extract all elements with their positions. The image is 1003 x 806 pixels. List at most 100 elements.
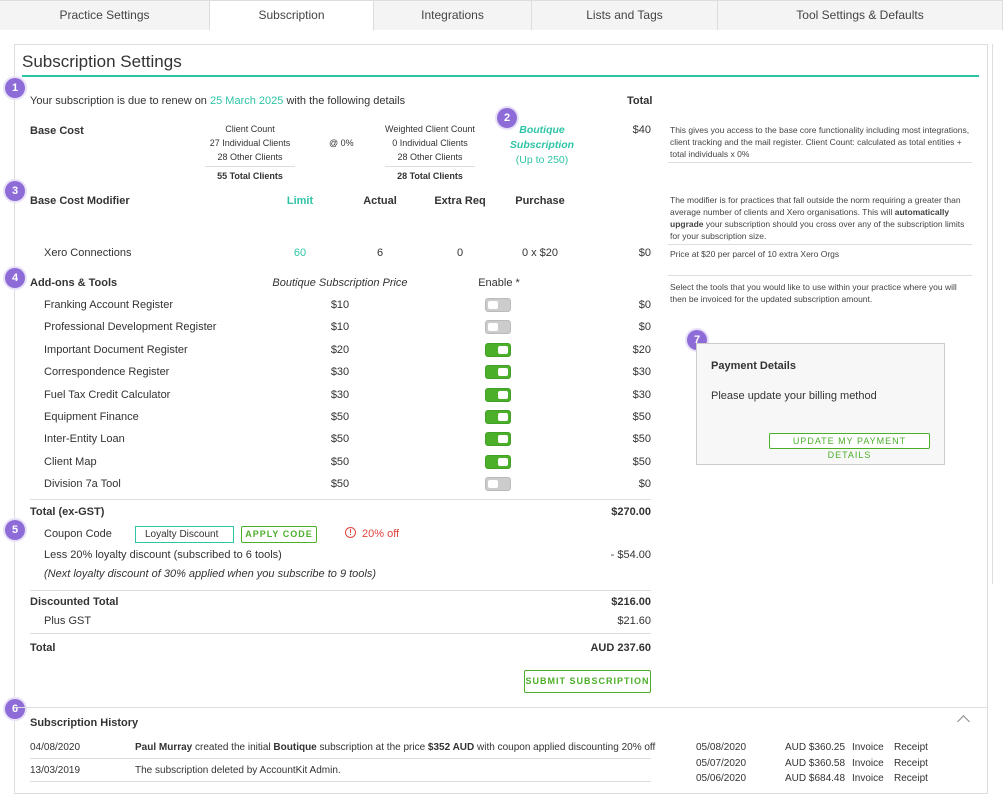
tab-bar: Practice Settings Subscription Integrati… bbox=[0, 0, 1003, 31]
invoice-amount: AUD $360.58 bbox=[785, 758, 846, 769]
xero-connections-label: Xero Connections bbox=[44, 247, 132, 259]
step-badge: 4 bbox=[5, 268, 25, 288]
ex-gst-label: Total (ex-GST) bbox=[30, 506, 105, 518]
scrollbar[interactable] bbox=[992, 44, 998, 584]
toggle-knob bbox=[498, 458, 508, 466]
tab-integrations[interactable]: Integrations bbox=[374, 0, 532, 30]
tab-subscription[interactable]: Subscription bbox=[210, 0, 374, 31]
addon-toggle[interactable] bbox=[485, 320, 511, 334]
grand-total-value: AUD 237.60 bbox=[590, 642, 651, 654]
addon-price: $10 bbox=[330, 321, 350, 333]
payment-message: Please update your billing method bbox=[711, 390, 877, 402]
invoice-link[interactable]: Invoice bbox=[852, 773, 884, 784]
divider bbox=[30, 758, 651, 759]
divider bbox=[30, 633, 651, 634]
client-total: 55 Total Clients bbox=[217, 171, 283, 181]
tab-practice-settings[interactable]: Practice Settings bbox=[0, 0, 210, 30]
addon-price: $50 bbox=[330, 433, 350, 445]
modifier-label: Base Cost Modifier bbox=[30, 195, 130, 207]
addon-toggle[interactable] bbox=[485, 477, 511, 491]
history-date: 13/03/2019 bbox=[30, 765, 81, 776]
plan-name: Boutique bbox=[519, 124, 565, 136]
client-other: 28 Other Clients bbox=[217, 152, 283, 162]
coupon-input[interactable]: Loyalty Discount bbox=[135, 526, 234, 543]
xero-purchase: 0 x $20 bbox=[521, 247, 559, 259]
gst-value: $21.60 bbox=[617, 615, 651, 627]
addons-note: Select the tools that you would like to … bbox=[670, 282, 957, 304]
coupon-label: Coupon Code bbox=[44, 528, 112, 540]
grand-total-label: Total bbox=[30, 642, 56, 654]
addon-total: $50 bbox=[632, 411, 651, 423]
discounted-total-label: Discounted Total bbox=[30, 596, 119, 608]
addon-total: $0 bbox=[638, 478, 651, 490]
addon-toggle[interactable] bbox=[485, 343, 511, 357]
addon-price: $50 bbox=[330, 478, 350, 490]
tab-tool-settings[interactable]: Tool Settings & Defaults bbox=[718, 0, 1003, 30]
addon-total: $0 bbox=[638, 321, 651, 333]
invoice-amount: AUD $360.25 bbox=[785, 742, 846, 753]
addon-name: Professional Development Register bbox=[44, 321, 217, 333]
apply-code-button[interactable]: APPLY CODE bbox=[241, 526, 317, 543]
receipt-link[interactable]: Receipt bbox=[894, 773, 928, 784]
toggle-knob bbox=[488, 301, 498, 309]
invoice-link[interactable]: Invoice bbox=[852, 758, 884, 769]
divider bbox=[668, 244, 972, 245]
invoice-link[interactable]: Invoice bbox=[852, 742, 884, 753]
addon-price: $10 bbox=[330, 299, 350, 311]
addon-price: $50 bbox=[330, 456, 350, 468]
addon-name: Equipment Finance bbox=[44, 411, 139, 423]
addon-name: Important Document Register bbox=[44, 344, 188, 356]
plan-limit: (Up to 250) bbox=[515, 154, 569, 166]
xero-extra: 0 bbox=[456, 247, 464, 259]
weighted-individual: 0 Individual Clients bbox=[392, 138, 468, 148]
addon-toggle[interactable] bbox=[485, 365, 511, 379]
xero-limit: 60 bbox=[293, 247, 307, 259]
addon-name: Correspondence Register bbox=[44, 366, 170, 378]
addon-toggle[interactable] bbox=[485, 432, 511, 446]
addon-price: $30 bbox=[330, 389, 350, 401]
receipt-link[interactable]: Receipt bbox=[894, 742, 928, 753]
payment-title: Payment Details bbox=[711, 360, 796, 372]
base-cost-total: $40 bbox=[632, 124, 651, 136]
plan-name-line2: Subscription bbox=[509, 139, 575, 151]
divider bbox=[385, 166, 475, 167]
divider bbox=[668, 162, 972, 163]
extra-header: Extra Req bbox=[434, 195, 486, 207]
loyalty-line: Less 20% loyalty discount (subscribed to… bbox=[44, 549, 282, 561]
base-cost-note: This gives you access to the base core f… bbox=[670, 125, 970, 159]
update-payment-button[interactable]: UPDATE MY PAYMENT DETAILS bbox=[769, 433, 930, 460]
purchase-header: Purchase bbox=[515, 195, 565, 207]
addon-toggle[interactable] bbox=[485, 410, 511, 424]
addon-toggle[interactable] bbox=[485, 388, 511, 402]
addon-toggle[interactable] bbox=[485, 298, 511, 312]
toggle-knob bbox=[498, 368, 508, 376]
divider bbox=[668, 275, 972, 276]
toggle-knob bbox=[498, 413, 508, 421]
addon-price: $20 bbox=[330, 344, 350, 356]
base-cost-label: Base Cost bbox=[30, 125, 84, 137]
addon-total: $30 bbox=[632, 366, 651, 378]
renewal-text: Your subscription is due to renew on 25 … bbox=[30, 95, 406, 107]
toggle-knob bbox=[498, 346, 508, 354]
addon-toggle[interactable] bbox=[485, 455, 511, 469]
step-badge: 5 bbox=[5, 520, 25, 540]
addon-name: Franking Account Register bbox=[44, 299, 174, 311]
receipt-link[interactable]: Receipt bbox=[894, 758, 928, 769]
limit-header: Limit bbox=[286, 195, 314, 207]
modifier-note: The modifier is for practices that fall … bbox=[670, 195, 965, 241]
history-text: The subscription deleted by AccountKit A… bbox=[135, 765, 341, 776]
client-rate: @ 0% bbox=[329, 138, 354, 148]
renewal-date: 25 March 2025 bbox=[210, 95, 284, 107]
toggle-knob bbox=[488, 323, 498, 331]
client-individual: 27 Individual Clients bbox=[209, 138, 291, 148]
toggle-knob bbox=[498, 391, 508, 399]
price-header: Boutique Subscription Price bbox=[272, 277, 408, 289]
tab-lists-and-tags[interactable]: Lists and Tags bbox=[532, 0, 718, 30]
gst-label: Plus GST bbox=[44, 615, 92, 627]
addon-price: $30 bbox=[330, 366, 350, 378]
weighted-other: 28 Other Clients bbox=[397, 152, 463, 162]
addon-total: $0 bbox=[638, 299, 651, 311]
addon-name: Client Map bbox=[44, 456, 97, 468]
submit-subscription-button[interactable]: SUBMIT SUBSCRIPTION bbox=[524, 670, 651, 693]
history-title: Subscription History bbox=[30, 717, 139, 729]
